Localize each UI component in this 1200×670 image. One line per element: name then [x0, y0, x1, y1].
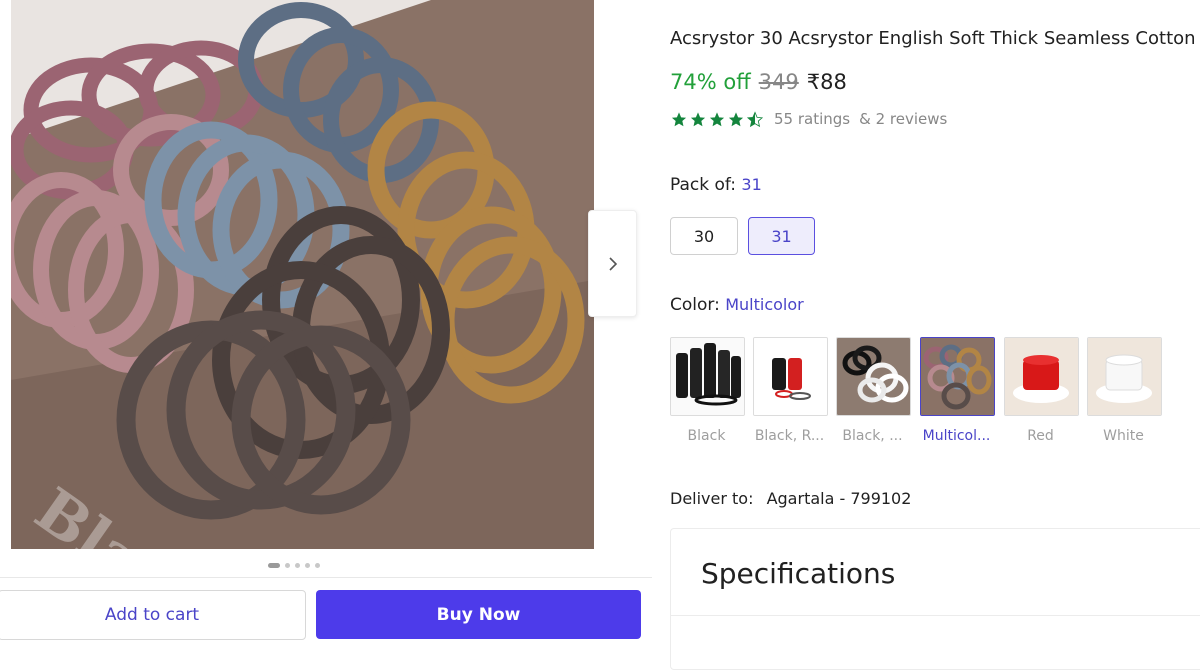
buy-now-button[interactable]: Buy Now — [316, 590, 641, 639]
product-title: Acsrystor 30 Acsrystor English Soft Thic… — [670, 28, 1196, 49]
star-icon — [690, 111, 706, 126]
chevron-right-icon — [608, 256, 617, 271]
color-label-text: Color: — [670, 295, 720, 315]
black-hair-ties-thumbnail — [671, 338, 744, 415]
color-swatch-white[interactable] — [1087, 337, 1162, 416]
original-price: 349 — [758, 70, 799, 94]
next-image-button[interactable] — [588, 210, 637, 317]
pack-label-text: Pack of: — [670, 175, 737, 195]
divider — [671, 615, 1200, 616]
swatch-label-black: Black — [687, 428, 726, 444]
multicolor-hair-ties-thumbnail — [921, 338, 994, 415]
swatch-label-multicolor: Multicol... — [922, 428, 991, 444]
color-swatch-black[interactable] — [670, 337, 745, 416]
color-swatch-multicolor[interactable] — [920, 337, 995, 416]
hair-ties-photo: Black.e — [11, 0, 594, 549]
reviews-count[interactable]: & 2 reviews — [859, 110, 947, 128]
image-pagination-dots — [268, 563, 320, 568]
price-row: 74% off 349 ₹88 — [670, 70, 847, 94]
pagination-dot-active[interactable] — [268, 563, 280, 568]
action-bar: Add to cart Buy Now — [0, 577, 652, 646]
pagination-dot[interactable] — [295, 563, 300, 568]
swatch-label-red: Red — [1027, 428, 1054, 444]
color-swatch-black-white[interactable] — [836, 337, 911, 416]
star-icon — [671, 111, 687, 126]
color-swatch-black-red[interactable] — [753, 337, 828, 416]
swatch-label-black-red: Black, R... — [754, 428, 825, 444]
pagination-dot[interactable] — [305, 563, 310, 568]
half-star-icon — [746, 110, 764, 127]
white-hair-ties-thumbnail — [1088, 338, 1161, 415]
pack-of-label: Pack of: 31 — [670, 175, 762, 195]
black-white-hair-ties-thumbnail — [837, 338, 910, 415]
pagination-dot[interactable] — [315, 563, 320, 568]
delivery-info[interactable]: Deliver to: Agartala - 799102 — [670, 489, 911, 508]
black-red-hair-ties-thumbnail — [754, 338, 827, 415]
specifications-card: Specifications — [670, 528, 1200, 670]
star-icon — [709, 111, 725, 126]
pagination-dot[interactable] — [285, 563, 290, 568]
product-info: Acsrystor 30 Acsrystor English Soft Thic… — [670, 0, 1200, 670]
pack-selected-value: 31 — [741, 175, 762, 194]
product-image[interactable]: Black.e — [11, 0, 594, 549]
color-label: Color: Multicolor — [670, 295, 804, 315]
star-icon — [728, 111, 744, 126]
red-hair-ties-thumbnail — [1005, 338, 1078, 415]
product-gallery: Black.e Add to cart Buy Now — [0, 0, 652, 645]
swatch-label-black-white: Black, ... — [842, 428, 903, 444]
selling-price: ₹88 — [806, 70, 847, 94]
discount-badge: 74% off — [670, 70, 751, 94]
add-to-cart-button[interactable]: Add to cart — [0, 590, 306, 640]
color-selected-value: Multicolor — [725, 295, 804, 314]
ratings-count[interactable]: 55 ratings — [774, 110, 850, 128]
rating-row: 55 ratings & 2 reviews — [670, 110, 947, 128]
swatch-label-white: White — [1103, 428, 1144, 444]
deliver-to-label: Deliver to: — [670, 489, 754, 508]
specifications-heading: Specifications — [701, 557, 896, 590]
delivery-location: Agartala - 799102 — [766, 489, 912, 508]
pack-option-31[interactable]: 31 — [748, 217, 815, 255]
star-rating — [670, 110, 764, 128]
pack-option-30[interactable]: 30 — [670, 217, 738, 255]
color-swatch-red[interactable] — [1004, 337, 1079, 416]
